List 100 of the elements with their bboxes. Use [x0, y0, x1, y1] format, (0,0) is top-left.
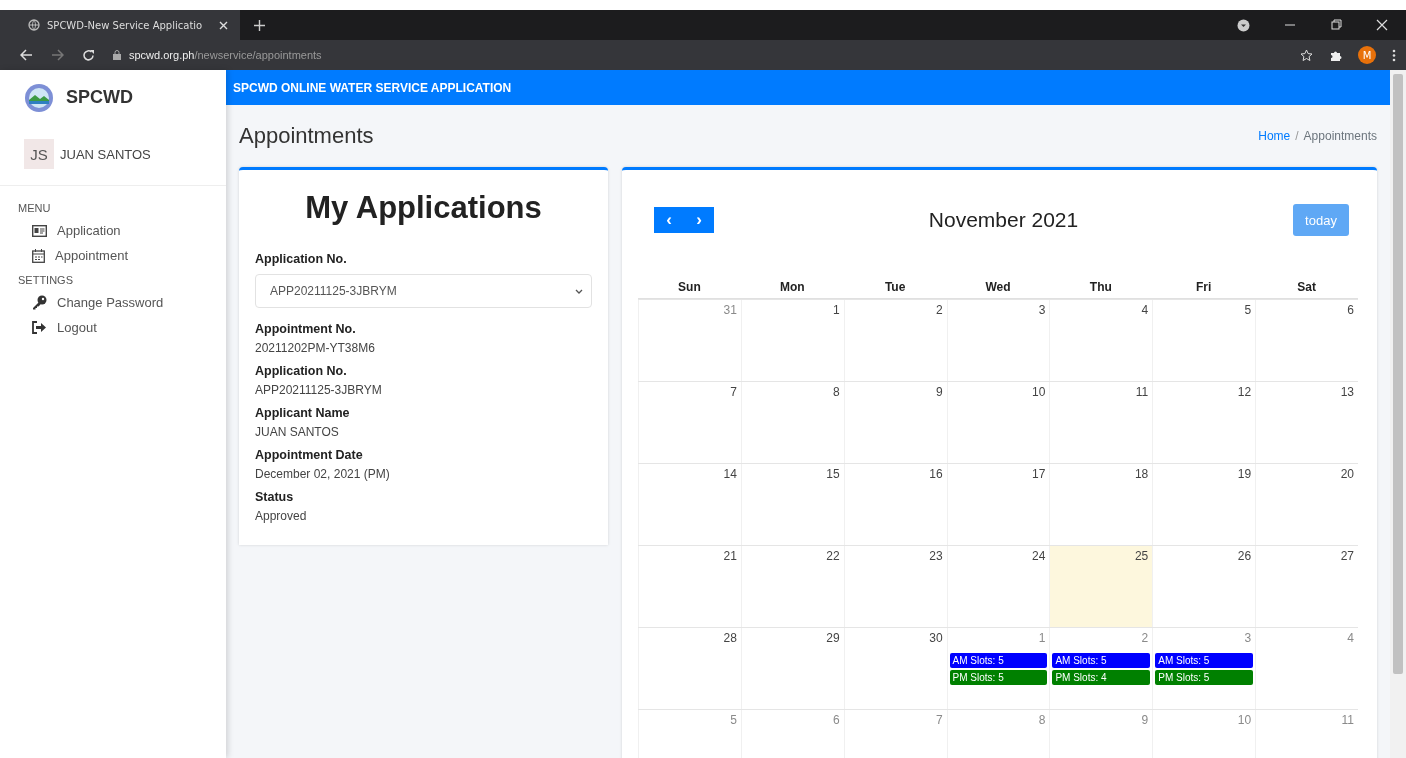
day-number: 1	[833, 303, 841, 317]
day-number: 5	[730, 713, 738, 727]
detail-label: Appointment Date	[255, 448, 364, 462]
day-number: 14	[723, 467, 738, 481]
day-cell[interactable]: 5	[1152, 300, 1256, 381]
restore-icon[interactable]	[1330, 19, 1342, 31]
day-cell[interactable]: 9	[843, 382, 947, 463]
detail-value: December 02, 2021 (PM)	[255, 467, 391, 481]
day-cell[interactable]: 13	[1255, 382, 1358, 463]
slot-event[interactable]: PM Slots: 4	[1052, 670, 1151, 685]
back-icon[interactable]	[20, 49, 33, 61]
day-cell[interactable]: 10	[1152, 710, 1256, 758]
day-cell[interactable]: 11	[1049, 382, 1153, 463]
breadcrumb-item: Appointments	[1303, 129, 1377, 143]
star-icon[interactable]	[1300, 48, 1313, 62]
day-cell[interactable]: 20	[1255, 464, 1358, 545]
day-cell[interactable]: 30	[843, 628, 947, 709]
detail-value: APP20211125-3JBRYM	[255, 383, 383, 397]
nav-item[interactable]: Change Password	[0, 290, 226, 315]
day-number: 21	[723, 549, 738, 563]
day-cell[interactable]: 23	[843, 546, 947, 627]
day-cell[interactable]: 3 AM Slots: 5 PM Slots: 5	[1152, 628, 1256, 709]
day-cell[interactable]: 17	[946, 464, 1050, 545]
day-cell[interactable]: 1	[740, 300, 844, 381]
calendar-title: November 2021	[928, 208, 1079, 232]
day-cell[interactable]: 3	[946, 300, 1050, 381]
day-number: 3	[1038, 303, 1047, 317]
application-select[interactable]: APP20211125-3JBRYM	[255, 274, 592, 308]
field-label: Application No.	[255, 252, 348, 266]
key-icon	[32, 295, 47, 310]
day-cell[interactable]: 4	[1049, 300, 1153, 381]
day-cell[interactable]: 9	[1049, 710, 1153, 758]
day-cell[interactable]: 8	[740, 382, 844, 463]
day-cell[interactable]: 2	[843, 300, 947, 381]
day-cell[interactable]: 10	[946, 382, 1050, 463]
profile-menu-icon[interactable]	[1237, 18, 1250, 32]
forward-icon[interactable]	[51, 49, 64, 61]
day-number: 11	[1135, 385, 1150, 399]
day-cell[interactable]: 27	[1255, 546, 1358, 627]
day-cell[interactable]: 14	[638, 464, 741, 545]
slot-event[interactable]: AM Slots: 5	[1052, 653, 1151, 668]
day-cell[interactable]: 16	[843, 464, 947, 545]
day-cell[interactable]: 25	[1049, 546, 1153, 627]
day-cell[interactable]: 19	[1152, 464, 1256, 545]
day-cell[interactable]: 1 AM Slots: 5 PM Slots: 5	[946, 628, 1050, 709]
globe-icon	[28, 19, 40, 31]
day-cell[interactable]: 6	[740, 710, 844, 758]
day-cell[interactable]: 29	[740, 628, 844, 709]
reload-icon[interactable]	[82, 48, 95, 62]
day-number: 12	[1237, 385, 1253, 399]
day-number: 19	[1237, 467, 1253, 481]
day-number: 25	[1134, 549, 1150, 563]
day-number: 18	[1134, 467, 1150, 481]
nav-item[interactable]: Appointment	[0, 243, 226, 268]
scrollbar-thumb[interactable]	[1393, 74, 1403, 674]
day-number: 26	[1237, 549, 1253, 563]
slot-event[interactable]: PM Slots: 5	[1155, 670, 1254, 685]
page-title: Appointments	[239, 123, 374, 149]
day-cell[interactable]: 31	[638, 300, 741, 381]
day-cell[interactable]: 21	[638, 546, 741, 627]
nav-item[interactable]: Application	[0, 218, 226, 243]
day-cell[interactable]: 12	[1152, 382, 1256, 463]
day-cell[interactable]: 28	[638, 628, 741, 709]
day-cell[interactable]: 7	[638, 382, 741, 463]
nav-item[interactable]: Logout	[0, 315, 226, 340]
day-number: 8	[1038, 713, 1047, 727]
card-title: My Applications	[304, 190, 543, 226]
address-field[interactable]: spcwd.org.ph/newservice/appointments	[113, 49, 1282, 61]
browser-tab[interactable]: SPCWD-New Service Applicatio	[0, 10, 240, 40]
day-cell[interactable]: 8	[946, 710, 1050, 758]
day-number: 6	[1347, 303, 1355, 317]
weekday-header: Mon	[779, 280, 805, 294]
day-number: 1	[1038, 631, 1047, 645]
breadcrumb-item[interactable]: Home	[1258, 129, 1291, 143]
more-icon[interactable]	[1392, 48, 1396, 62]
day-number: 2	[935, 303, 944, 317]
day-number: 17	[1032, 467, 1047, 481]
slot-event[interactable]: AM Slots: 5	[949, 653, 1048, 668]
day-cell[interactable]: 2 AM Slots: 5 PM Slots: 4	[1049, 628, 1153, 709]
day-number: 15	[826, 467, 841, 481]
nav-section-heading: SETTINGS	[17, 273, 74, 288]
day-cell[interactable]: 22	[740, 546, 844, 627]
brand-name: SPCWD	[66, 87, 133, 108]
day-cell[interactable]: 18	[1049, 464, 1153, 545]
day-number: 6	[833, 713, 841, 727]
day-cell[interactable]: 15	[740, 464, 844, 545]
slot-event[interactable]: AM Slots: 5	[1155, 653, 1254, 668]
slot-event[interactable]: PM Slots: 5	[949, 670, 1048, 685]
new-tab-icon[interactable]	[254, 19, 265, 31]
day-cell[interactable]: 26	[1152, 546, 1256, 627]
close-icon[interactable]	[1376, 19, 1388, 31]
app-title: SPCWD ONLINE WATER SERVICE APPLICATION	[233, 80, 512, 95]
day-cell[interactable]: 6	[1255, 300, 1358, 381]
day-cell[interactable]: 5	[638, 710, 741, 758]
day-number: 9	[1141, 713, 1150, 727]
day-number: 7	[935, 713, 944, 727]
day-number: 31	[723, 303, 738, 317]
breadcrumb-separator: /	[1295, 129, 1299, 143]
close-icon[interactable]	[219, 20, 228, 30]
day-number: 3	[1244, 631, 1253, 645]
